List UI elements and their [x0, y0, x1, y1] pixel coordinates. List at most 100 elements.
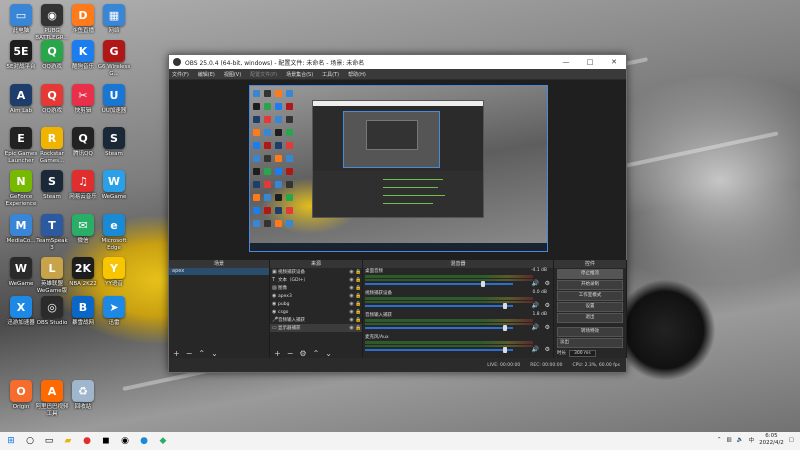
move-down-icon[interactable]: ⌄ [325, 349, 332, 358]
desktop-icon-wegame[interactable]: W WeGame [96, 170, 132, 201]
obs-titlebar[interactable]: OBS 25.0.4 (64-bit, windows) - 配置文件: 未命名… [169, 55, 626, 69]
visibility-eye-icon[interactable]: ◉ [348, 317, 355, 323]
studio-mode-button[interactable]: 工作室模式 [557, 291, 623, 301]
visibility-eye-icon[interactable]: ◉ [348, 301, 355, 307]
gear-icon[interactable]: ⚙ [545, 280, 550, 287]
lock-icon[interactable]: 🔒 [355, 325, 362, 331]
capcut-taskbar-button[interactable]: ◼ [98, 433, 114, 449]
menu-profile[interactable]: 配置文件(P) [250, 71, 277, 78]
exit-button[interactable]: 退出 [557, 313, 623, 323]
source-item[interactable]: ▭ 显示器捕获 ◉ 🔒 [270, 324, 362, 332]
menu-view[interactable]: 视图(V) [224, 71, 241, 78]
notification-icon[interactable]: ▢ [789, 437, 794, 443]
desktop-icon-yy[interactable]: Y YY语音 [96, 257, 132, 288]
volume-fader[interactable] [365, 283, 513, 285]
scene-item[interactable]: apex [169, 268, 269, 275]
move-up-icon[interactable]: ⌃ [313, 349, 320, 358]
chevron-up-icon[interactable]: ⌃ [717, 437, 722, 443]
preview-desktop-icon [286, 220, 293, 227]
minimize-button[interactable]: — [554, 58, 578, 66]
move-down-icon[interactable]: ⌄ [211, 349, 218, 358]
source-settings-icon[interactable]: ⚙ [299, 349, 306, 358]
transition-select[interactable]: 淡出 [557, 338, 623, 348]
menu-tools[interactable]: 工具(T) [322, 71, 339, 78]
start-button[interactable]: ⊞ [3, 433, 19, 449]
menu-help[interactable]: 帮助(H) [348, 71, 366, 78]
source-item[interactable]: ▣ 视频捕获设备 ◉ 🔒 [270, 268, 362, 276]
stop-streaming-button[interactable]: 停止推流 [557, 269, 623, 279]
close-button[interactable]: ✕ [602, 58, 626, 66]
volume-fader[interactable] [365, 327, 513, 329]
preview-canvas[interactable] [249, 85, 548, 252]
desktop-icon-edge[interactable]: e Microsoft Edge [96, 214, 132, 251]
move-up-icon[interactable]: ⌃ [198, 349, 205, 358]
volume-icon[interactable]: 🔈 [737, 437, 744, 443]
desktop-icon-xunlei[interactable]: ➤ 迅雷 [96, 296, 132, 327]
preview-desktop-icon [264, 155, 271, 162]
source-item[interactable]: 🎤 音频输入捕获 ◉ 🔒 [270, 316, 362, 324]
duration-input[interactable]: 300 ms [569, 350, 596, 357]
menu-scene-collection[interactable]: 场景集合(S) [286, 71, 313, 78]
remove-scene-button[interactable]: − [186, 349, 193, 358]
volume-fader-knob[interactable] [481, 281, 485, 287]
lock-icon[interactable]: 🔒 [355, 317, 362, 323]
visibility-eye-icon[interactable]: ◉ [348, 277, 355, 283]
lock-icon[interactable]: 🔒 [355, 269, 362, 275]
source-item[interactable]: ◉ csgo ◉ 🔒 [270, 308, 362, 316]
gear-icon[interactable]: ⚙ [545, 302, 550, 309]
lock-icon[interactable]: 🔒 [355, 277, 362, 283]
desktop: ▭ 此电脑 ◉ PUBG BATTLEGR... D 斗鱼直播 ▦ 网络 5E 5E对战平台 Q QQ… [0, 0, 800, 450]
gear-icon[interactable]: ⚙ [545, 346, 550, 353]
app-taskbar-button[interactable]: ◆ [155, 433, 171, 449]
maximize-button[interactable]: □ [578, 58, 602, 66]
speaker-icon[interactable]: 🔊 [532, 324, 539, 331]
network-icon[interactable]: ▥ [727, 437, 732, 443]
lock-icon[interactable]: 🔒 [355, 309, 362, 315]
visibility-eye-icon[interactable]: ◉ [348, 285, 355, 291]
speaker-icon[interactable]: 🔊 [532, 302, 539, 309]
lock-icon[interactable]: 🔒 [355, 301, 362, 307]
desktop-icon-uu[interactable]: U UU加速器 [96, 84, 132, 115]
preview-desktop-icon [253, 129, 260, 136]
source-item[interactable]: ◉ pubg ◉ 🔒 [270, 300, 362, 308]
volume-fader[interactable] [365, 349, 513, 351]
desktop-icon-recycle[interactable]: ♻ 回收站 [65, 380, 101, 411]
input-method[interactable]: 中 [749, 436, 755, 444]
speaker-icon[interactable]: 🔊 [532, 280, 539, 287]
visibility-eye-icon[interactable]: ◉ [348, 293, 355, 299]
volume-fader-knob[interactable] [503, 347, 507, 353]
gear-icon[interactable]: ⚙ [545, 324, 550, 331]
obs-window[interactable]: OBS 25.0.4 (64-bit, windows) - 配置文件: 未命名… [168, 54, 627, 373]
volume-fader-knob[interactable] [503, 325, 507, 331]
source-item[interactable]: ▨ 图像 ◉ 🔒 [270, 284, 362, 292]
edge-taskbar-button[interactable]: ● [136, 433, 152, 449]
clock[interactable]: 6:05 2022/4/2 [759, 433, 784, 446]
add-source-button[interactable]: + [274, 349, 281, 358]
volume-fader-knob[interactable] [503, 303, 507, 309]
lock-icon[interactable]: 🔒 [355, 293, 362, 299]
netease-taskbar-button[interactable]: ● [79, 433, 95, 449]
desktop-icon-steam[interactable]: S Steam [96, 127, 132, 158]
search-button[interactable]: ○ [22, 433, 38, 449]
lock-icon[interactable]: 🔒 [355, 285, 362, 291]
task-view-button[interactable]: ▭ [41, 433, 57, 449]
settings-button[interactable]: 设置 [557, 302, 623, 312]
source-item[interactable]: ◉ apex3 ◉ 🔒 [270, 292, 362, 300]
preview-desktop-icon [275, 220, 282, 227]
visibility-eye-icon[interactable]: ◉ [348, 309, 355, 315]
visibility-eye-icon[interactable]: ◉ [348, 325, 355, 331]
menu-edit[interactable]: 编辑(E) [198, 71, 215, 78]
desktop-icon-network[interactable]: ▦ 网络 [96, 4, 132, 35]
source-item[interactable]: T 文本（GDI+） ◉ 🔒 [270, 276, 362, 284]
speaker-icon[interactable]: 🔊 [532, 346, 539, 353]
volume-fader[interactable] [365, 305, 513, 307]
desktop-icon-g6[interactable]: G G6 Wireless G... [96, 40, 132, 77]
menu-file[interactable]: 文件(F) [172, 71, 189, 78]
add-scene-button[interactable]: + [173, 349, 180, 358]
xunlei-icon: ➤ [103, 296, 125, 318]
visibility-eye-icon[interactable]: ◉ [348, 269, 355, 275]
obs-taskbar-button[interactable]: ◉ [117, 433, 133, 449]
remove-source-button[interactable]: − [287, 349, 294, 358]
start-recording-button[interactable]: 开始录制 [557, 280, 623, 290]
explorer-button[interactable]: ▰ [60, 433, 76, 449]
